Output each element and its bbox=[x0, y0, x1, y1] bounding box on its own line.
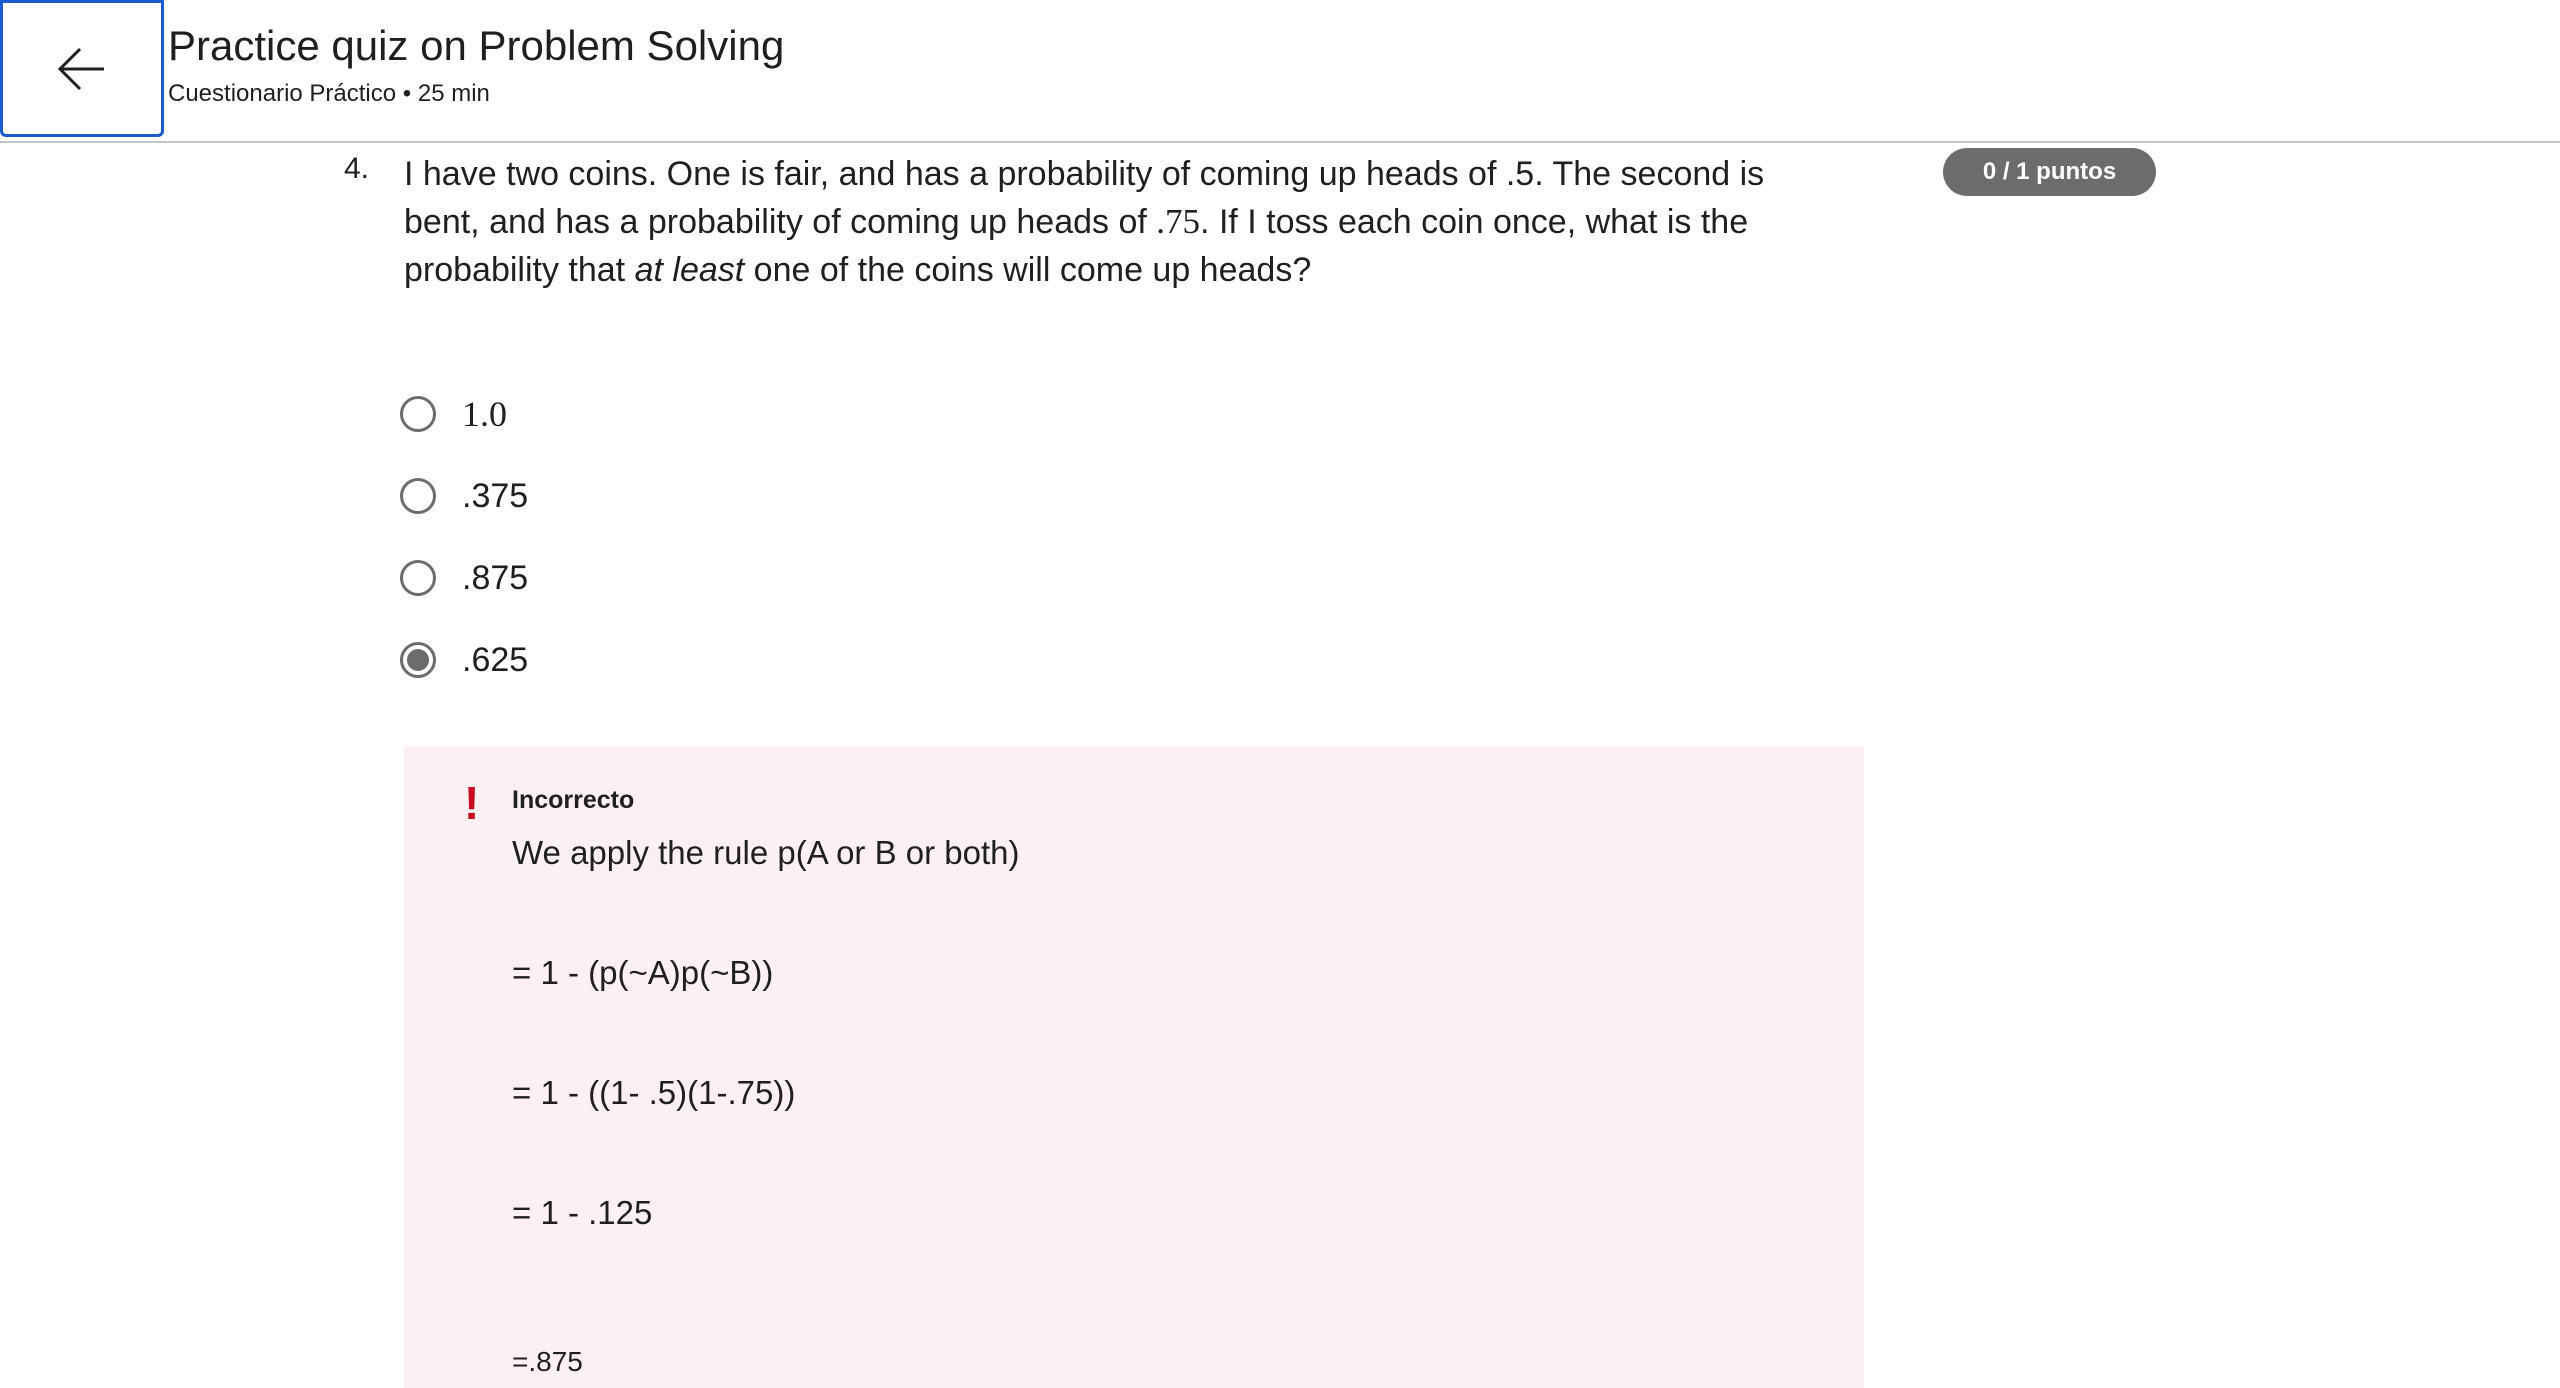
option-label: .375 bbox=[462, 476, 529, 515]
option-label: 1.0 bbox=[462, 394, 507, 434]
option-label: .875 bbox=[462, 558, 529, 597]
radio-button[interactable] bbox=[400, 396, 436, 432]
question-text-part: one of the coins will come up heads? bbox=[744, 251, 1312, 289]
quiz-header: Practice quiz on Problem Solving Cuestio… bbox=[0, 0, 2560, 143]
feedback-line: = 1 - ((1- .5)(1-.75)) bbox=[512, 1074, 796, 1111]
radio-button[interactable] bbox=[400, 560, 436, 596]
question-text: I have two coins. One is fair, and has a… bbox=[404, 150, 1844, 294]
radio-button-selected[interactable] bbox=[400, 642, 436, 678]
feedback-status: Incorrecto bbox=[512, 786, 635, 814]
page-title: Practice quiz on Problem Solving bbox=[168, 22, 785, 69]
question-number: 4. bbox=[344, 152, 370, 185]
feedback-line: = 1 - (p(~A)p(~B)) bbox=[512, 954, 774, 991]
back-button[interactable] bbox=[0, 0, 164, 137]
page-subtitle: Cuestionario Práctico • 25 min bbox=[168, 80, 490, 107]
option-label: .625 bbox=[462, 640, 529, 679]
radio-button[interactable] bbox=[400, 478, 436, 514]
question-emphasis: at least bbox=[634, 251, 745, 289]
feedback-line: = 1 - .125 bbox=[512, 1194, 653, 1231]
arrow-left-icon bbox=[57, 47, 104, 90]
answer-option[interactable]: .625 bbox=[400, 635, 528, 685]
radio-dot-icon bbox=[407, 649, 429, 671]
feedback-line: =.875 bbox=[512, 1346, 583, 1377]
question-math: .75 bbox=[1156, 202, 1201, 241]
answer-option[interactable]: .375 bbox=[400, 471, 528, 521]
feedback-line: We apply the rule p(A or B or both) bbox=[512, 834, 1020, 871]
score-badge: 0 / 1 puntos bbox=[1943, 148, 2156, 196]
alert-icon: ! bbox=[464, 777, 480, 829]
answer-option[interactable]: 1.0 bbox=[400, 389, 507, 439]
feedback-panel: ! Incorrecto We apply the rule p(A or B … bbox=[404, 746, 1864, 1388]
answer-option[interactable]: .875 bbox=[400, 553, 528, 603]
